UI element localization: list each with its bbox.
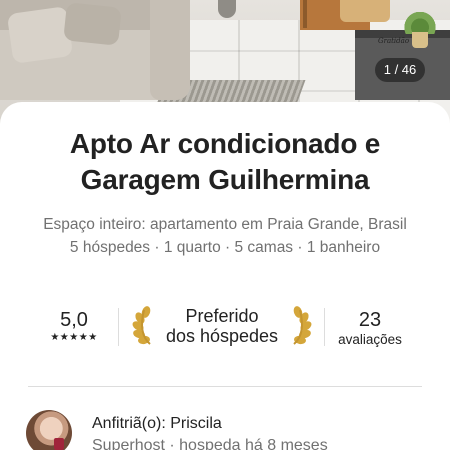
listing-capacity: 5 hóspedes · 1 quarto · 5 camas · 1 banh… [69, 239, 381, 256]
laurel-right-icon [293, 306, 312, 345]
reviews-link[interactable]: 23 avaliações [330, 308, 410, 348]
guest-favorite-line2: dos hóspedes [165, 326, 279, 346]
photo-vase [218, 0, 236, 18]
host-row[interactable]: Anfitriã(o): Priscila Superhost · hosped… [26, 404, 446, 450]
stats-divider [118, 308, 119, 346]
listing-title: Apto Ar condicionado e Garagem Guilhermi… [20, 126, 430, 198]
photo-sofa-arm [150, 0, 190, 100]
host-avatar[interactable] [26, 410, 72, 450]
section-divider [28, 386, 422, 387]
avatar-wine-glass [54, 438, 64, 450]
host-subtitle: Superhost · hospeda há 8 meses [92, 437, 328, 450]
listing-title-line1: Apto Ar condicionado e [69, 128, 381, 159]
rating-stars: ★★★★★ [50, 332, 98, 343]
guest-favorite-line1: Preferido [185, 306, 259, 326]
photo-counter: 1 / 46 [375, 58, 425, 82]
laurel-left-icon [132, 306, 151, 345]
guest-favorite-badge[interactable]: Preferido dos hóspedes [156, 306, 288, 346]
listing-title-line2: Garagem Guilhermina [80, 164, 370, 195]
photo-pillow [63, 2, 122, 46]
photo-sign-text: Gratidão [378, 37, 410, 45]
photo-sign: Gratidão [378, 30, 410, 45]
photo-table-leg [303, 0, 307, 28]
reviews-count: 23 [358, 309, 382, 331]
stats-divider [324, 308, 325, 346]
photo-plant-pot [412, 32, 428, 48]
listing-stats: 5,0 ★★★★★ Preferido dos hóspedes 23 aval… [0, 302, 450, 358]
reviews-label: avaliações [338, 332, 402, 347]
photo-chair [340, 0, 390, 22]
listing-type: Espaço inteiro: apartamento em Praia Gra… [43, 216, 407, 233]
rating-value: 5,0 [60, 309, 88, 331]
photo-pillow [6, 6, 74, 64]
listing-card: Apto Ar condicionado e Garagem Guilhermi… [0, 102, 450, 450]
host-name: Anfitriã(o): Priscila [92, 415, 222, 432]
rating-block: 5,0 ★★★★★ [40, 308, 108, 344]
